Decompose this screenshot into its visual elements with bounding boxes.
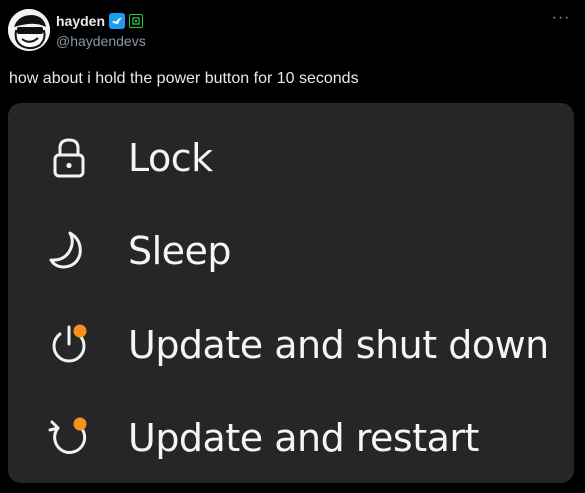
menu-item-label: Lock (128, 136, 213, 180)
name-row: hayden (56, 12, 144, 30)
display-name[interactable]: hayden (56, 13, 105, 29)
update-restart-icon (48, 417, 87, 454)
menu-item-update-shutdown: Update and shut down (8, 310, 574, 380)
menu-item-label: Update and restart (128, 416, 479, 460)
verified-badge-icon (109, 13, 126, 29)
post-media-image[interactable]: Lock Sleep Update and shut down Update a… (8, 103, 574, 483)
lock-icon (53, 138, 85, 178)
menu-item-label: Update and shut down (128, 323, 549, 367)
user-handle[interactable]: @haydendevs (56, 33, 146, 49)
update-shutdown-icon (52, 324, 87, 363)
menu-item-sleep: Sleep (8, 216, 574, 286)
avatar-image (8, 9, 50, 51)
square-badge-icon (129, 14, 144, 28)
ellipsis-icon: ··· (551, 9, 571, 26)
avatar[interactable] (8, 9, 50, 51)
more-options-button[interactable]: ··· (549, 10, 573, 30)
sleep-moon-icon (49, 231, 82, 269)
post-text: how about i hold the power button for 10… (9, 70, 359, 87)
menu-item-lock: Lock (8, 123, 574, 193)
menu-item-label: Sleep (128, 229, 232, 273)
post-header: hayden @haydendevs ··· (8, 8, 577, 58)
menu-item-update-restart: Update and restart (8, 403, 574, 473)
